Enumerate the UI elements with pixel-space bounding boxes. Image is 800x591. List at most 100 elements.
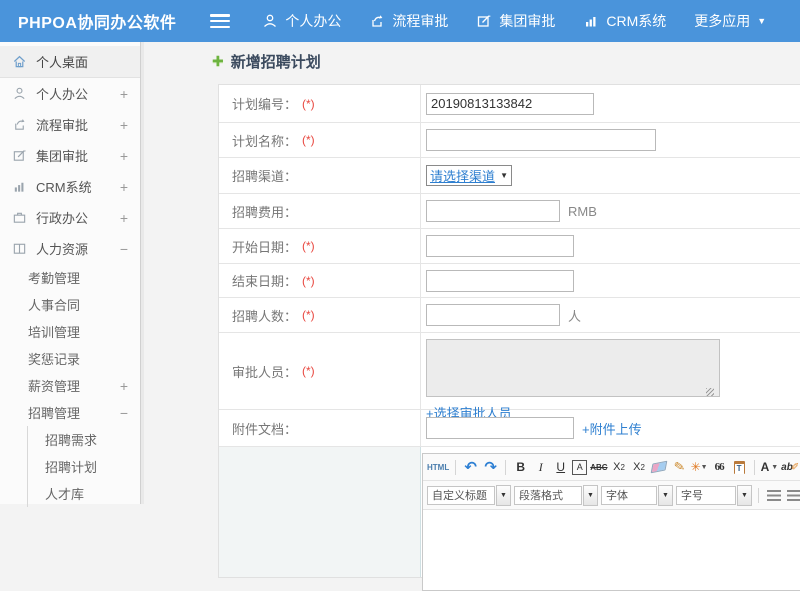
sidebar-item-admin-office[interactable]: 行政办公 +	[0, 202, 140, 233]
format-brush-icon[interactable]: ✎	[669, 457, 689, 478]
sidebar-item-training[interactable]: 培训管理	[0, 318, 140, 345]
bar-chart-icon	[12, 179, 27, 194]
font-family-combo[interactable]: 字体 ▼	[601, 484, 673, 506]
end-date-input[interactable]	[426, 269, 574, 292]
sidebar-item-crm[interactable]: CRM系统 +	[0, 171, 140, 202]
italic-button[interactable]: I	[532, 458, 549, 476]
form-row-attachment: 附件文档： +附件上传	[219, 410, 800, 447]
expand-toggle[interactable]: +	[116, 378, 128, 394]
pen-icon: ✐	[790, 461, 800, 473]
form-row-recruit-channel: 招聘渠道： 请选择渠道 ▼	[219, 158, 800, 194]
currency-suffix: RMB	[568, 203, 597, 219]
strikethrough-button[interactable]: ABC	[590, 458, 607, 476]
start-date-input[interactable]	[426, 235, 574, 257]
html-source-button[interactable]: HTML	[427, 458, 449, 476]
expand-toggle[interactable]: +	[116, 117, 128, 133]
topnav-personal-office[interactable]: 个人办公	[248, 0, 355, 42]
undo-icon[interactable]: ↶	[462, 458, 479, 476]
form-row-content-editor: HTML ↶ ↷ B I U A ABC X2 X2 ✎ ✳ ▼ 66 T A …	[219, 447, 800, 591]
headcount-input[interactable]	[426, 304, 560, 326]
cost-input[interactable]	[426, 200, 560, 222]
font-color-dropdown[interactable]: A ▼	[761, 458, 779, 476]
underline-button[interactable]: U	[552, 458, 569, 476]
field-label: 审批人员：	[232, 364, 298, 380]
sidebar-item-hr-contract[interactable]: 人事合同	[0, 291, 140, 318]
sidebar-item-rewards[interactable]: 奖惩记录	[0, 345, 140, 372]
chevron-down-icon[interactable]: ▼	[496, 484, 511, 506]
sidebar-item-talent-pool[interactable]: 人才库	[28, 480, 140, 507]
briefcase-icon	[12, 210, 27, 225]
expand-toggle[interactable]: +	[116, 179, 128, 195]
sidebar-item-salary[interactable]: 薪资管理 +	[0, 372, 140, 399]
field-label: 招聘人数：	[232, 308, 298, 324]
green-plus-icon: ✚	[212, 53, 224, 69]
collapse-toggle[interactable]: −	[116, 241, 128, 257]
required-mark: (*)	[302, 273, 315, 288]
required-mark: (*)	[302, 308, 315, 322]
required-mark: (*)	[302, 96, 315, 111]
paste-button[interactable]: T	[731, 458, 748, 476]
align-center-icon[interactable]	[785, 486, 800, 504]
chevron-down-icon[interactable]: ▼	[737, 484, 752, 506]
topnav-group-approval[interactable]: 集团审批	[462, 0, 569, 42]
bold-button[interactable]: B	[512, 458, 529, 476]
sidebar-item-recruit-demand[interactable]: 招聘需求	[28, 426, 140, 453]
align-left-icon[interactable]	[765, 486, 782, 504]
page-title: ✚ 新增招聘计划	[212, 51, 321, 72]
sidebar-item-workflow-approval[interactable]: 流程审批 +	[0, 109, 140, 140]
attachment-upload-link[interactable]: +附件上传	[582, 419, 642, 438]
sidebar-item-attendance[interactable]: 考勤管理	[0, 264, 140, 291]
eraser-icon[interactable]	[650, 458, 668, 476]
select-arrow-icon: ▼	[500, 171, 508, 180]
topnav-crm-system[interactable]: CRM系统	[569, 0, 680, 42]
person-icon	[262, 13, 278, 29]
page-title-text: 新增招聘计划	[230, 54, 321, 71]
redo-icon[interactable]: ↷	[482, 458, 499, 476]
chevron-down-icon[interactable]: ▼	[658, 484, 673, 506]
subscript-button[interactable]: X2	[631, 458, 648, 476]
chevron-down-icon: ▼	[757, 15, 767, 26]
sidebar-item-personal-office[interactable]: 个人办公 +	[0, 78, 140, 109]
plan-number-input[interactable]	[426, 92, 594, 115]
paragraph-format-combo[interactable]: 段落格式 ▼	[514, 484, 598, 506]
blockquote-button[interactable]: 66	[711, 458, 728, 476]
chevron-down-icon: ▼	[700, 463, 708, 471]
sidebar-item-recruit-plan[interactable]: 招聘计划	[28, 453, 140, 480]
collapse-toggle[interactable]: −	[116, 405, 128, 421]
custom-heading-combo[interactable]: 自定义标题 ▼	[427, 484, 511, 506]
expand-toggle[interactable]: +	[116, 210, 128, 226]
expand-toggle[interactable]: +	[116, 86, 128, 102]
sidebar-item-human-resources[interactable]: 人力资源 −	[0, 233, 140, 264]
bar-chart-icon	[583, 13, 599, 29]
top-navigation-bar: PHPOA协同办公软件 个人办公 流程审批 集团审批 CRM系统 更多应用 ▼	[0, 0, 800, 42]
required-mark: (*)	[302, 364, 315, 378]
approvers-textarea[interactable]	[426, 339, 720, 397]
superscript-button[interactable]: X2	[611, 458, 628, 476]
chevron-down-icon[interactable]: ▼	[583, 484, 598, 506]
expand-toggle[interactable]: +	[116, 148, 128, 164]
topnav-more-apps[interactable]: 更多应用 ▼	[680, 0, 780, 42]
highlight-color-dropdown[interactable]: ab✐▼	[781, 458, 800, 476]
field-label: 附件文档：	[232, 421, 298, 437]
font-size-combo[interactable]: 字号 ▼	[676, 484, 752, 506]
app-logo-title: PHPOA协同办公软件	[18, 15, 177, 32]
sidebar-item-group-approval[interactable]: 集团审批 +	[0, 140, 140, 171]
form-row-approvers: 审批人员： (*) +选择审批人员	[219, 333, 800, 421]
top-menu: 个人办公 流程审批 集团审批 CRM系统 更多应用 ▼	[248, 0, 780, 42]
unit-suffix: 人	[568, 308, 582, 324]
required-mark: (*)	[302, 239, 315, 253]
editor-content-area[interactable]	[423, 510, 800, 590]
attachment-input[interactable]	[426, 417, 574, 439]
plan-name-input[interactable]	[426, 129, 656, 151]
edit-icon	[12, 148, 27, 163]
char-border-button[interactable]: A	[572, 459, 588, 475]
sidebar-item-desktop[interactable]: 个人桌面	[0, 46, 140, 78]
sidebar-item-recruit-mgmt[interactable]: 招聘管理 −	[0, 399, 140, 426]
flow-arrow-icon	[12, 117, 27, 132]
field-label: 计划名称：	[232, 133, 298, 149]
channel-select[interactable]: 请选择渠道 ▼	[426, 165, 512, 186]
rich-text-editor: HTML ↶ ↷ B I U A ABC X2 X2 ✎ ✳ ▼ 66 T A …	[422, 453, 800, 591]
auto-format-dropdown[interactable]: ✳ ▼	[691, 458, 708, 476]
topnav-workflow-approval[interactable]: 流程审批	[355, 0, 462, 42]
hamburger-menu-icon[interactable]	[210, 14, 231, 28]
